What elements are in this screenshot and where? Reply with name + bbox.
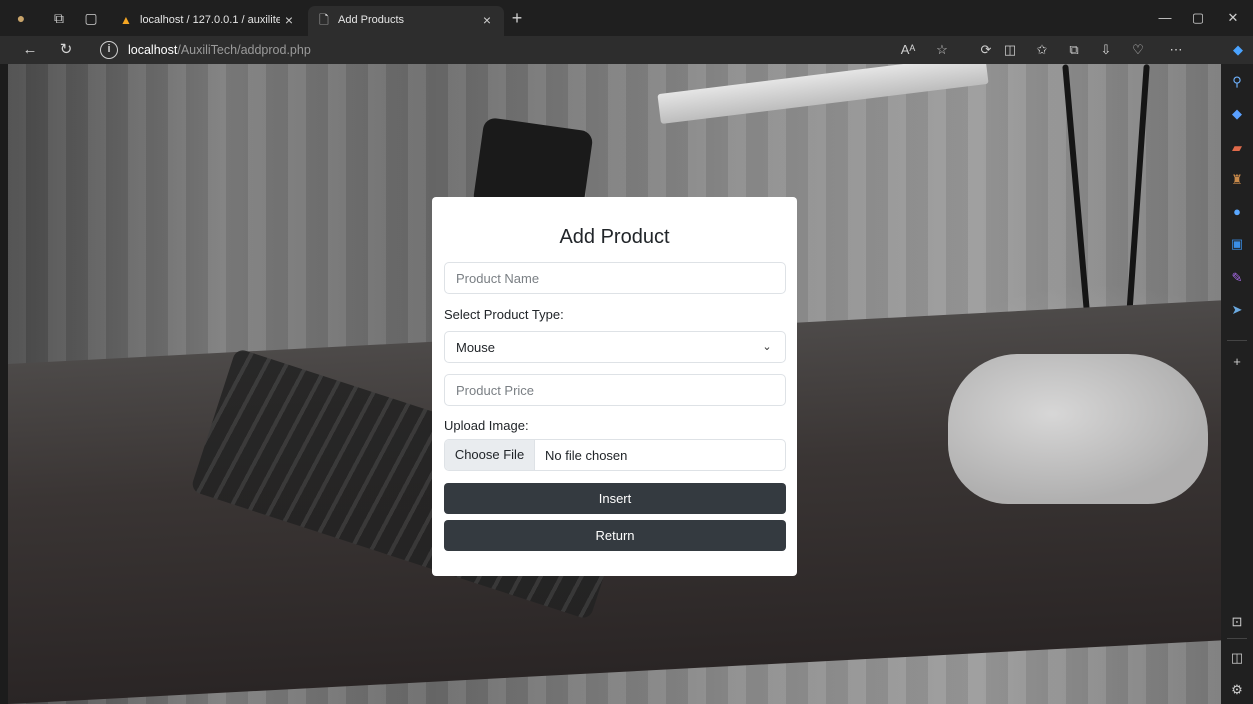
read-aloud-icon[interactable]: A͏ᴬ — [898, 40, 918, 60]
chevron-down-icon: ⌄ — [762, 341, 772, 353]
settings-gear-icon[interactable]: ⚙ — [1227, 680, 1247, 700]
tab-title: Add Products — [338, 14, 405, 26]
restore-icon[interactable]: ▢ — [1187, 8, 1209, 28]
sidebar-divider — [1227, 340, 1247, 341]
address-bar[interactable]: i localhost/AuxiliTech/addprod.php — [94, 38, 964, 62]
page-icon: 🗋 — [319, 13, 329, 27]
tab-add-products[interactable]: 🗋 Add Products × — [308, 6, 504, 36]
tab-phpmyadmin[interactable]: ▲ localhost / 127.0.0.1 / auxilitech × — [110, 6, 306, 36]
tab-actions-icon[interactable]: ▢ — [82, 9, 100, 27]
games-icon[interactable]: ● — [1227, 202, 1247, 222]
browser-toolbar: ← ↻ i localhost/AuxiliTech/addprod.php A… — [0, 36, 1253, 64]
split-screen-icon[interactable]: ◫ — [1000, 40, 1020, 60]
background-controller — [948, 354, 1208, 504]
tools-icon[interactable]: ♜ — [1227, 170, 1247, 190]
hide-sidebar-icon[interactable]: ◫ — [1227, 648, 1247, 668]
health-icon[interactable]: ♡ — [1128, 40, 1148, 60]
image-file-input[interactable]: Choose File No file chosen — [444, 439, 786, 471]
insert-button[interactable]: Insert — [444, 483, 786, 514]
back-icon[interactable]: ← — [20, 40, 40, 60]
extensions-icon[interactable]: ⟳ — [976, 40, 996, 60]
search-icon[interactable]: ⚲ — [1227, 72, 1247, 92]
add-sidebar-app-icon[interactable]: + — [1227, 352, 1247, 372]
collections-icon[interactable]: ⧉ — [1064, 40, 1084, 60]
product-type-label: Select Product Type: — [444, 307, 564, 322]
close-window-icon[interactable]: ✕ — [1222, 8, 1244, 28]
close-tab-icon[interactable]: × — [280, 11, 298, 29]
choose-file-button[interactable]: Choose File — [445, 440, 535, 470]
product-type-select[interactable]: Mouse ⌄ — [444, 331, 786, 363]
site-info-icon[interactable]: i — [100, 41, 118, 59]
add-product-form: Add Product Product Name Select Product … — [432, 197, 797, 576]
telegram-icon[interactable]: ➤ — [1227, 300, 1247, 320]
copilot-tag-icon[interactable]: ◆ — [1227, 104, 1247, 124]
product-type-value: Mouse — [456, 340, 496, 355]
close-tab-icon[interactable]: × — [478, 11, 496, 29]
shopping-icon[interactable]: ▰ — [1227, 138, 1247, 158]
tab-title: localhost / 127.0.0.1 / auxilitech — [140, 14, 280, 26]
favorites-icon[interactable]: ✩ — [1032, 40, 1052, 60]
profile-avatar-icon[interactable]: ● — [12, 9, 30, 27]
outlook-icon[interactable]: ▣ — [1227, 234, 1247, 254]
browser-tab-bar: ● ⧉ ▢ ▲ localhost / 127.0.0.1 / auxilite… — [0, 0, 1253, 36]
product-name-input[interactable]: Product Name — [444, 262, 786, 294]
product-price-input[interactable]: Product Price — [444, 374, 786, 406]
product-price-placeholder: Product Price — [456, 383, 535, 398]
downloads-icon[interactable]: ⇩ — [1096, 40, 1116, 60]
favorite-star-icon[interactable]: ☆ — [932, 40, 952, 60]
edge-sidebar: ⚲ ◆ ▰ ♜ ● ▣ ✎ ➤ + ⊡ ◫ ⚙ — [1221, 64, 1253, 704]
phpmyadmin-icon: ▲ — [120, 13, 132, 27]
designer-icon[interactable]: ✎ — [1227, 268, 1247, 288]
minimize-icon[interactable]: — — [1154, 8, 1176, 28]
sidebar-divider — [1227, 638, 1247, 639]
more-menu-icon[interactable]: ⋯ — [1166, 40, 1186, 60]
url-text: localhost/AuxiliTech/addprod.php — [128, 43, 311, 57]
form-title: Add Product — [559, 226, 670, 248]
workspaces-icon[interactable]: ⧉ — [50, 9, 68, 27]
product-name-placeholder: Product Name — [456, 271, 540, 286]
return-button[interactable]: Return — [444, 520, 786, 551]
upload-image-label: Upload Image: — [444, 418, 529, 433]
copilot-icon[interactable]: ◆ — [1228, 40, 1248, 60]
screenshot-icon[interactable]: ⊡ — [1227, 612, 1247, 632]
new-tab-button[interactable]: + — [507, 8, 527, 28]
refresh-icon[interactable]: ↻ — [56, 40, 76, 60]
file-status-text: No file chosen — [545, 448, 628, 463]
